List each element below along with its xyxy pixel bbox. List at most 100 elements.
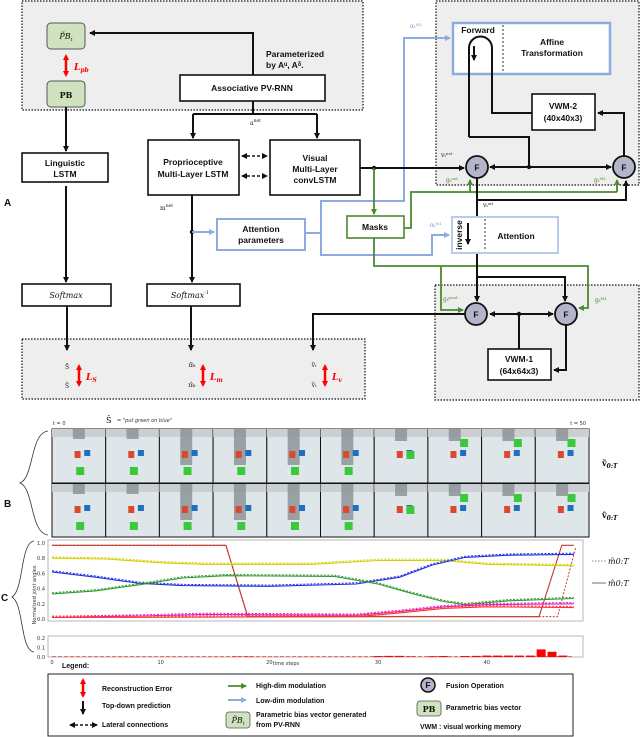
svg-text:F: F: [474, 163, 479, 173]
row-top-label: ṽ0:T: [601, 458, 618, 470]
error-bar: [438, 656, 448, 657]
green-block: [344, 522, 353, 530]
red-block: [557, 451, 564, 458]
red-block: [289, 451, 296, 458]
video-frame: [534, 483, 590, 538]
green-block: [513, 494, 522, 502]
red-block: [343, 451, 350, 458]
parameterized-text-2: by Aᵘ, Aᵟ.: [266, 60, 304, 70]
svg-text:F: F: [473, 310, 478, 320]
robot-arm: [233, 429, 246, 465]
video-frame: [212, 483, 268, 538]
video-frame: [320, 428, 375, 484]
red-block: [128, 451, 135, 458]
blue-block: [84, 450, 91, 456]
error-bar: [536, 649, 546, 657]
a-net-label: anet: [250, 118, 261, 127]
visual-label-3: convLSTM: [294, 175, 337, 185]
error-bar: [493, 655, 503, 657]
v-hat: v̂ₜ: [311, 382, 317, 389]
sentence-symbol: Ŝ: [106, 416, 111, 425]
m-hat: m̂ₜ: [188, 382, 196, 389]
video-frame: [105, 428, 160, 484]
attention-label: Attention: [497, 231, 534, 241]
v-tilde: ṽₜ: [311, 362, 317, 369]
brace-b: [18, 430, 49, 536]
row-bottom-label: v̂0:T: [601, 510, 618, 522]
blue-block: [567, 450, 574, 456]
legend-fusion-icon: F: [420, 677, 436, 693]
blue-block: [137, 505, 144, 511]
error-bar: [427, 656, 437, 657]
x-tick-label: 20: [266, 660, 272, 666]
green-block: [237, 522, 246, 530]
legend-lateral: Lateral connections: [102, 722, 168, 729]
green-block: [406, 451, 415, 459]
video-frame: [158, 428, 214, 484]
x-tick-label: 10: [158, 660, 164, 666]
video-frame: [481, 428, 536, 484]
robot-arm: [502, 484, 515, 496]
green-block: [567, 494, 576, 502]
softmax-inverse-label: Softmax-1: [171, 290, 209, 300]
legend-pb-icon-text: PB: [423, 704, 436, 714]
g-m1-label: gₜᴹ¹: [595, 297, 607, 304]
blue-block: [245, 450, 252, 456]
video-frame: [534, 428, 590, 484]
svg-text:F: F: [621, 163, 626, 173]
green-block: [290, 522, 299, 530]
legend-high-dim: High-dim modulation: [256, 683, 326, 690]
green-block: [513, 439, 522, 447]
error-bar: [384, 655, 394, 657]
t-start-label: t = 0: [53, 421, 66, 427]
error-y-tick-label: 0.2: [37, 636, 45, 642]
video-frame: [427, 428, 483, 484]
legend-pb-generated-2: from PV-RNN: [256, 722, 300, 729]
green-block: [183, 467, 192, 475]
proprio-label-2: Multi-Layer LSTM: [158, 169, 229, 179]
green-block: [237, 467, 246, 475]
m-net-label: mnet: [160, 203, 173, 212]
g-prod-label: gₜᵖʳᵒᵈ: [443, 296, 458, 303]
robot-arm: [126, 484, 139, 494]
blue-block: [84, 505, 91, 511]
v-net-label: vₜⁿᵉᵗ: [440, 152, 453, 159]
x-tick-label: 40: [484, 660, 490, 666]
s-hat: Ŝ: [65, 382, 69, 390]
x-tick-label: 0: [50, 660, 53, 666]
error-bar: [406, 656, 416, 657]
green-block: [183, 522, 192, 530]
blue-block: [460, 505, 467, 511]
video-frame: [266, 483, 321, 538]
video-frame: [105, 483, 160, 538]
red-block: [450, 451, 457, 458]
robot-arm: [180, 484, 193, 520]
error-bar: [482, 655, 492, 657]
robot-arm: [556, 484, 569, 496]
green-block: [460, 494, 469, 502]
vwm1-panel: [434, 284, 640, 401]
blue-block: [567, 505, 574, 511]
blue-block: [137, 450, 144, 456]
robot-arm: [556, 429, 569, 441]
video-frame: [51, 483, 107, 538]
y-tick-label: 0.0: [37, 617, 45, 623]
red-block: [74, 506, 81, 513]
red-block: [181, 506, 188, 513]
panel-label-c: C: [1, 593, 8, 604]
robot-arm: [233, 484, 246, 520]
pvrnn-label: Associative PV-RNN: [211, 83, 293, 93]
legend-reconstruction-error: Reconstruction Error: [102, 686, 173, 693]
red-block: [74, 451, 81, 458]
blue-block: [513, 505, 520, 511]
legend-low-dim: Low-dim modulation: [256, 698, 324, 705]
fusion-node: F: [464, 302, 488, 326]
y-tick-label: 0.4: [37, 587, 45, 593]
fusion-node: F: [554, 302, 578, 326]
error-bar: [547, 651, 557, 657]
error-plot-frame: [47, 635, 584, 658]
vwm2-label-2: (40x40x3): [544, 113, 583, 123]
robot-arm: [448, 484, 461, 496]
error-bar: [460, 656, 470, 657]
red-block: [504, 506, 511, 513]
